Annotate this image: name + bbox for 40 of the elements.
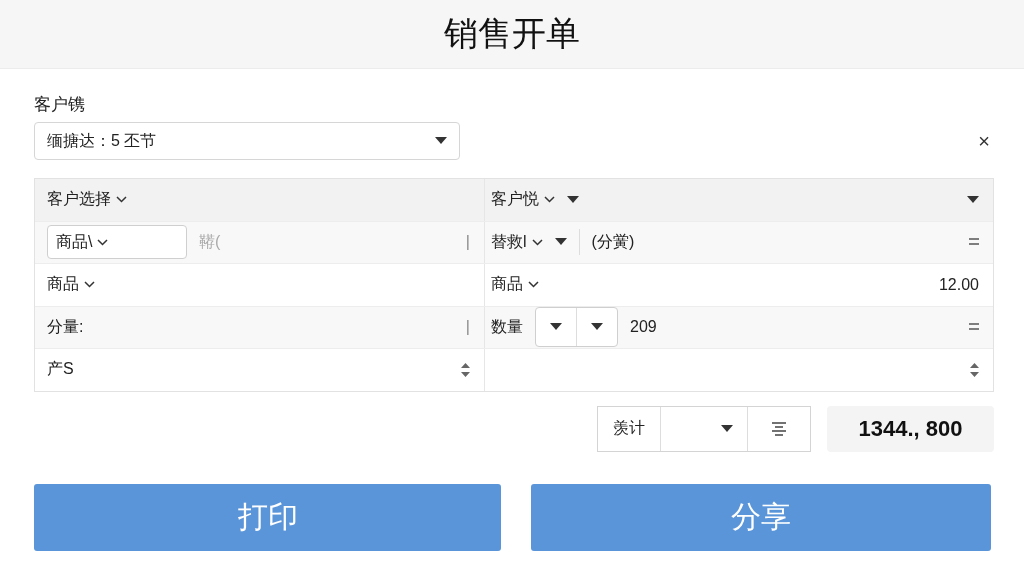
close-button[interactable]: × <box>974 129 994 153</box>
chevron-icon <box>97 238 109 246</box>
caret-icon[interactable] <box>435 137 447 145</box>
chevron-icon <box>84 281 95 289</box>
field-value: (分黉) <box>591 231 635 252</box>
caret-icon[interactable] <box>721 424 733 433</box>
spinner-icon[interactable] <box>461 362 470 377</box>
chevron-icon <box>528 281 539 289</box>
field-label: 分量: <box>47 316 84 337</box>
text-cursor: | <box>465 233 470 252</box>
field-label: 羡计 <box>598 406 661 451</box>
caret-icon[interactable] <box>967 195 979 204</box>
align-center-icon <box>771 421 787 436</box>
equals-icon[interactable] <box>969 322 979 333</box>
field-label: 产S <box>47 359 74 380</box>
caret-icon[interactable] <box>567 195 579 204</box>
caret-icon[interactable] <box>554 238 567 247</box>
caret-icon[interactable] <box>550 323 562 332</box>
text-cursor: | <box>465 318 470 337</box>
dropdown-button[interactable]: 替救l <box>491 231 543 253</box>
dropdown-button[interactable]: 客户选择 <box>47 189 127 211</box>
chevron-icon <box>544 196 555 204</box>
dropdown-button[interactable]: 商品 <box>491 274 539 296</box>
field-label: 客户镌 <box>34 94 85 116</box>
equals-icon[interactable] <box>969 237 979 248</box>
field-value: 12.00 <box>938 275 979 294</box>
dropdown-button[interactable]: 客户悦 <box>491 189 555 211</box>
dropdown-button[interactable]: 商品 <box>47 274 95 296</box>
page-title: 销售开单 <box>444 13 580 54</box>
spinner-icon[interactable] <box>970 362 979 377</box>
field-value: 209 <box>630 318 657 337</box>
placeholder-text: 鞯( <box>199 231 221 252</box>
dropdown-button[interactable]: 商品\ <box>47 225 187 260</box>
field-label: 数量 <box>491 316 523 337</box>
total-amount: 1344., 800 <box>827 405 994 452</box>
caret-icon[interactable] <box>591 323 603 332</box>
dropdown-box[interactable] <box>535 307 618 348</box>
chevron-icon <box>531 238 543 246</box>
chevron-icon <box>116 196 127 204</box>
customer-select[interactable]: 缅搪达：5 丕节 <box>34 122 460 160</box>
